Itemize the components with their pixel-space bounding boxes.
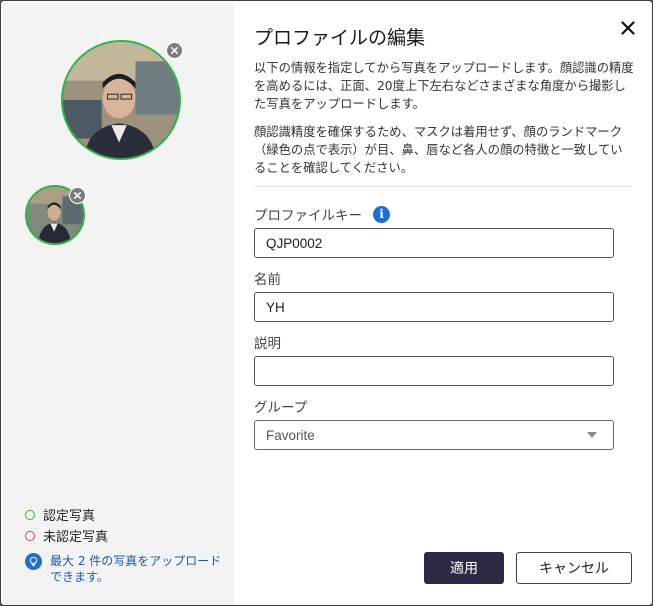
remove-photo-button[interactable] — [166, 42, 183, 59]
red-circle-icon — [25, 530, 35, 541]
profile-photo-main[interactable] — [61, 40, 181, 160]
description-input[interactable] — [254, 356, 614, 386]
group-select[interactable]: Favorite — [254, 420, 614, 450]
edit-profile-dialog: 認定写真 未認定写真 最大 2 件の写真をアップロードできます。 プロファイルの… — [0, 0, 653, 606]
profile-key-label: プロファイルキー — [254, 208, 362, 224]
upload-hint-text: 最大 2 件の写真をアップロードできます。 — [50, 554, 222, 584]
photo-panel: 認定写真 未認定写真 最大 2 件の写真をアップロードできます。 — [2, 2, 234, 605]
legend-uncertified: 未認定写真 — [25, 526, 108, 545]
divider — [254, 186, 632, 187]
legend-certified: 認定写真 — [25, 505, 95, 524]
green-circle-icon — [25, 509, 35, 520]
remove-thumbnail-button[interactable] — [69, 187, 86, 204]
instructions-text-1: 以下の情報を指定してから写真をアップロードします。顔認識の精度を高めるには、正面… — [254, 61, 634, 111]
group-label: グループ — [254, 400, 308, 416]
instructions-text-2: 顔認識精度を確保するため、マスクは着用せず、顔のランドマーク（緑色の点で表示）が… — [254, 125, 623, 175]
profile-key-label-row: プロファイルキー i — [254, 204, 390, 224]
legend-certified-label: 認定写真 — [43, 509, 96, 524]
apply-button[interactable]: 適用 — [424, 552, 504, 584]
legend-uncertified-label: 未認定写真 — [43, 530, 109, 545]
profile-key-input[interactable]: QJP0002 — [254, 228, 614, 258]
name-label: 名前 — [254, 272, 281, 288]
person-photo-image — [63, 42, 179, 158]
group-select-value: Favorite — [266, 427, 315, 443]
chevron-down-icon — [587, 432, 597, 438]
close-icon — [621, 21, 635, 35]
description-label: 説明 — [254, 336, 281, 352]
dialog-title: プロファイルの編集 — [254, 27, 426, 49]
close-icon — [73, 191, 82, 200]
upload-hint: 最大 2 件の写真をアップロードできます。 — [25, 553, 225, 585]
name-input[interactable]: YH — [254, 292, 614, 322]
lightbulb-icon — [25, 553, 42, 570]
close-button[interactable] — [618, 18, 638, 38]
cancel-button[interactable]: キャンセル — [516, 552, 632, 584]
info-icon[interactable]: i — [373, 205, 390, 223]
close-icon — [170, 46, 179, 55]
